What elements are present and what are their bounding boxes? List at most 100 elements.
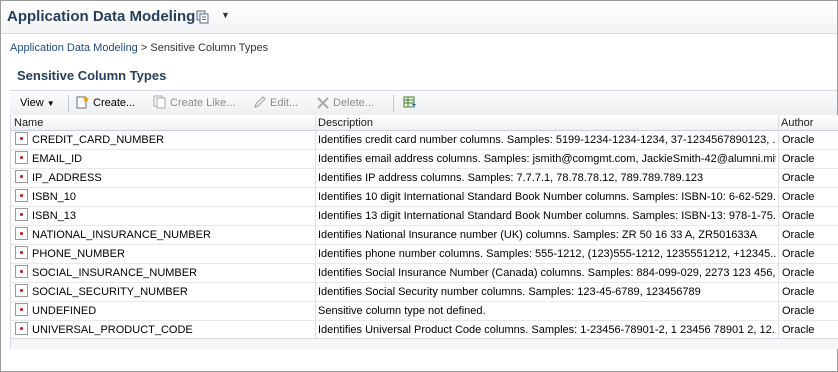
sensitive-column-type-icon — [15, 208, 28, 221]
author-cell: Oracle — [782, 286, 815, 298]
create-label: Create... — [93, 97, 136, 109]
column-divider — [315, 115, 316, 338]
view-menu-label: View — [20, 97, 44, 109]
name-cell: ISBN_10 — [15, 188, 314, 206]
create-icon — [76, 96, 89, 109]
app-header: Application Data Modeling ▼ — [1, 1, 837, 34]
delete-label: Delete... — [333, 97, 374, 109]
export-spreadsheet-icon — [403, 96, 416, 108]
description-cell: Identifies Universal Product Code column… — [318, 324, 776, 336]
column-header-description[interactable]: Description — [315, 116, 373, 130]
author-cell: Oracle — [782, 153, 815, 165]
name-cell: UNIVERSAL_PRODUCT_CODE — [15, 321, 314, 339]
name-text: IP_ADDRESS — [32, 172, 102, 184]
name-cell: CREDIT_CARD_NUMBER — [15, 131, 314, 149]
create-like-label: Create Like... — [170, 97, 236, 109]
description-cell: Sensitive column type not defined. — [318, 305, 486, 317]
delete-x-icon — [317, 97, 329, 109]
name-text: SOCIAL_INSURANCE_NUMBER — [32, 267, 198, 279]
name-cell: PHONE_NUMBER — [15, 245, 314, 263]
breadcrumb: Application Data Modeling > Sensitive Co… — [10, 42, 268, 54]
breadcrumb-separator: > — [137, 42, 151, 54]
pages-icon[interactable] — [196, 10, 210, 24]
page-title: Sensitive Column Types — [17, 68, 167, 83]
description-cell: Identifies National Insurance number (UK… — [318, 229, 758, 241]
sensitive-column-type-icon — [15, 227, 28, 240]
sensitive-column-type-icon — [15, 132, 28, 145]
description-cell: Identifies phone number columns. Samples… — [318, 248, 776, 260]
column-header-author[interactable]: Author — [778, 116, 813, 130]
column-divider — [778, 115, 779, 338]
description-cell: Identifies 10 digit International Standa… — [318, 191, 776, 203]
name-text: NATIONAL_INSURANCE_NUMBER — [32, 229, 211, 241]
table-row[interactable]: ISBN_13 Identifies 13 digit International… — [11, 207, 838, 226]
author-cell: Oracle — [782, 248, 815, 260]
toolbar-divider — [68, 95, 69, 112]
name-text: CREDIT_CARD_NUMBER — [32, 134, 165, 146]
sensitive-column-type-icon — [15, 170, 28, 183]
table-row[interactable]: IP_ADDRESS Identifies IP address columns.… — [11, 169, 838, 188]
application-window: Application Data Modeling ▼ Application … — [0, 0, 838, 372]
app-title: Application Data Modeling — [7, 8, 196, 25]
create-button[interactable]: Create... — [76, 95, 135, 112]
table-row[interactable]: PHONE_NUMBER Identifies phone number colu… — [11, 245, 838, 264]
name-cell: ISBN_13 — [15, 207, 314, 225]
sensitive-column-type-icon — [15, 151, 28, 164]
sensitive-column-type-icon — [15, 246, 28, 259]
chevron-down-icon: ▼ — [46, 99, 55, 108]
author-cell: Oracle — [782, 229, 815, 241]
sensitive-column-type-icon — [15, 284, 28, 297]
description-cell: Identifies email address columns. Sample… — [318, 153, 776, 165]
author-cell: Oracle — [782, 172, 815, 184]
author-cell: Oracle — [782, 267, 815, 279]
table-row[interactable]: EMAIL_ID Identifies email address columns… — [11, 150, 838, 169]
table-row[interactable]: SOCIAL_SECURITY_NUMBER Identifies Social … — [11, 283, 838, 302]
description-cell: Identifies Social Insurance Number (Cana… — [318, 267, 776, 279]
create-like-icon — [153, 95, 166, 109]
name-cell: NATIONAL_INSURANCE_NUMBER — [15, 226, 314, 244]
name-text: ISBN_10 — [32, 191, 77, 203]
delete-button[interactable]: Delete... — [316, 95, 374, 112]
pencil-icon — [254, 96, 266, 108]
name-cell: UNDEFINED — [15, 302, 314, 320]
toolbar: View ▼ Create... Create Like... Edit... … — [10, 90, 837, 117]
table-row[interactable]: NATIONAL_INSURANCE_NUMBER Identifies Nati… — [11, 226, 838, 245]
description-cell: Identifies 13 digit International Standa… — [318, 210, 776, 222]
chevron-down-icon[interactable]: ▼ — [221, 10, 231, 22]
sensitive-column-types-table: Name Description Author CREDIT_CARD_NUMB… — [10, 115, 838, 349]
table-row[interactable]: ISBN_10 Identifies 10 digit International… — [11, 188, 838, 207]
name-text: UNIVERSAL_PRODUCT_CODE — [32, 324, 193, 336]
table-footer-scroll-area[interactable] — [11, 338, 838, 349]
name-text: UNDEFINED — [32, 305, 97, 317]
breadcrumb-current: Sensitive Column Types — [150, 42, 269, 54]
create-like-button[interactable]: Create Like... — [153, 95, 235, 112]
name-text: EMAIL_ID — [32, 153, 83, 165]
table-row[interactable]: CREDIT_CARD_NUMBER Identifies credit card… — [11, 131, 838, 150]
name-text: PHONE_NUMBER — [32, 248, 125, 260]
edit-label: Edit... — [270, 97, 299, 109]
sensitive-column-type-icon — [15, 303, 28, 316]
view-menu-button[interactable]: View ▼ — [20, 95, 55, 112]
author-cell: Oracle — [782, 134, 815, 146]
author-cell: Oracle — [782, 191, 815, 203]
edit-button[interactable]: Edit... — [253, 95, 298, 112]
table-header: Name Description Author — [11, 115, 838, 131]
export-button[interactable] — [403, 95, 420, 112]
description-cell: Identifies Social Security number column… — [318, 286, 701, 298]
column-header-name[interactable]: Name — [11, 116, 43, 130]
author-cell: Oracle — [782, 210, 815, 222]
name-cell: EMAIL_ID — [15, 150, 314, 168]
sensitive-column-type-icon — [15, 265, 28, 278]
name-cell: IP_ADDRESS — [15, 169, 314, 187]
toolbar-divider — [393, 95, 394, 112]
description-cell: Identifies credit card number columns. S… — [318, 134, 776, 146]
breadcrumb-link-adm[interactable]: Application Data Modeling — [10, 42, 138, 54]
sensitive-column-type-icon — [15, 322, 28, 335]
author-cell: Oracle — [782, 305, 815, 317]
sensitive-column-type-icon — [15, 189, 28, 202]
description-cell: Identifies IP address columns. Samples: … — [318, 172, 704, 184]
name-text: ISBN_13 — [32, 210, 77, 222]
name-cell: SOCIAL_INSURANCE_NUMBER — [15, 264, 314, 282]
table-row[interactable]: UNDEFINED Sensitive column type not defin… — [11, 302, 838, 321]
table-row[interactable]: SOCIAL_INSURANCE_NUMBER Identifies Social… — [11, 264, 838, 283]
